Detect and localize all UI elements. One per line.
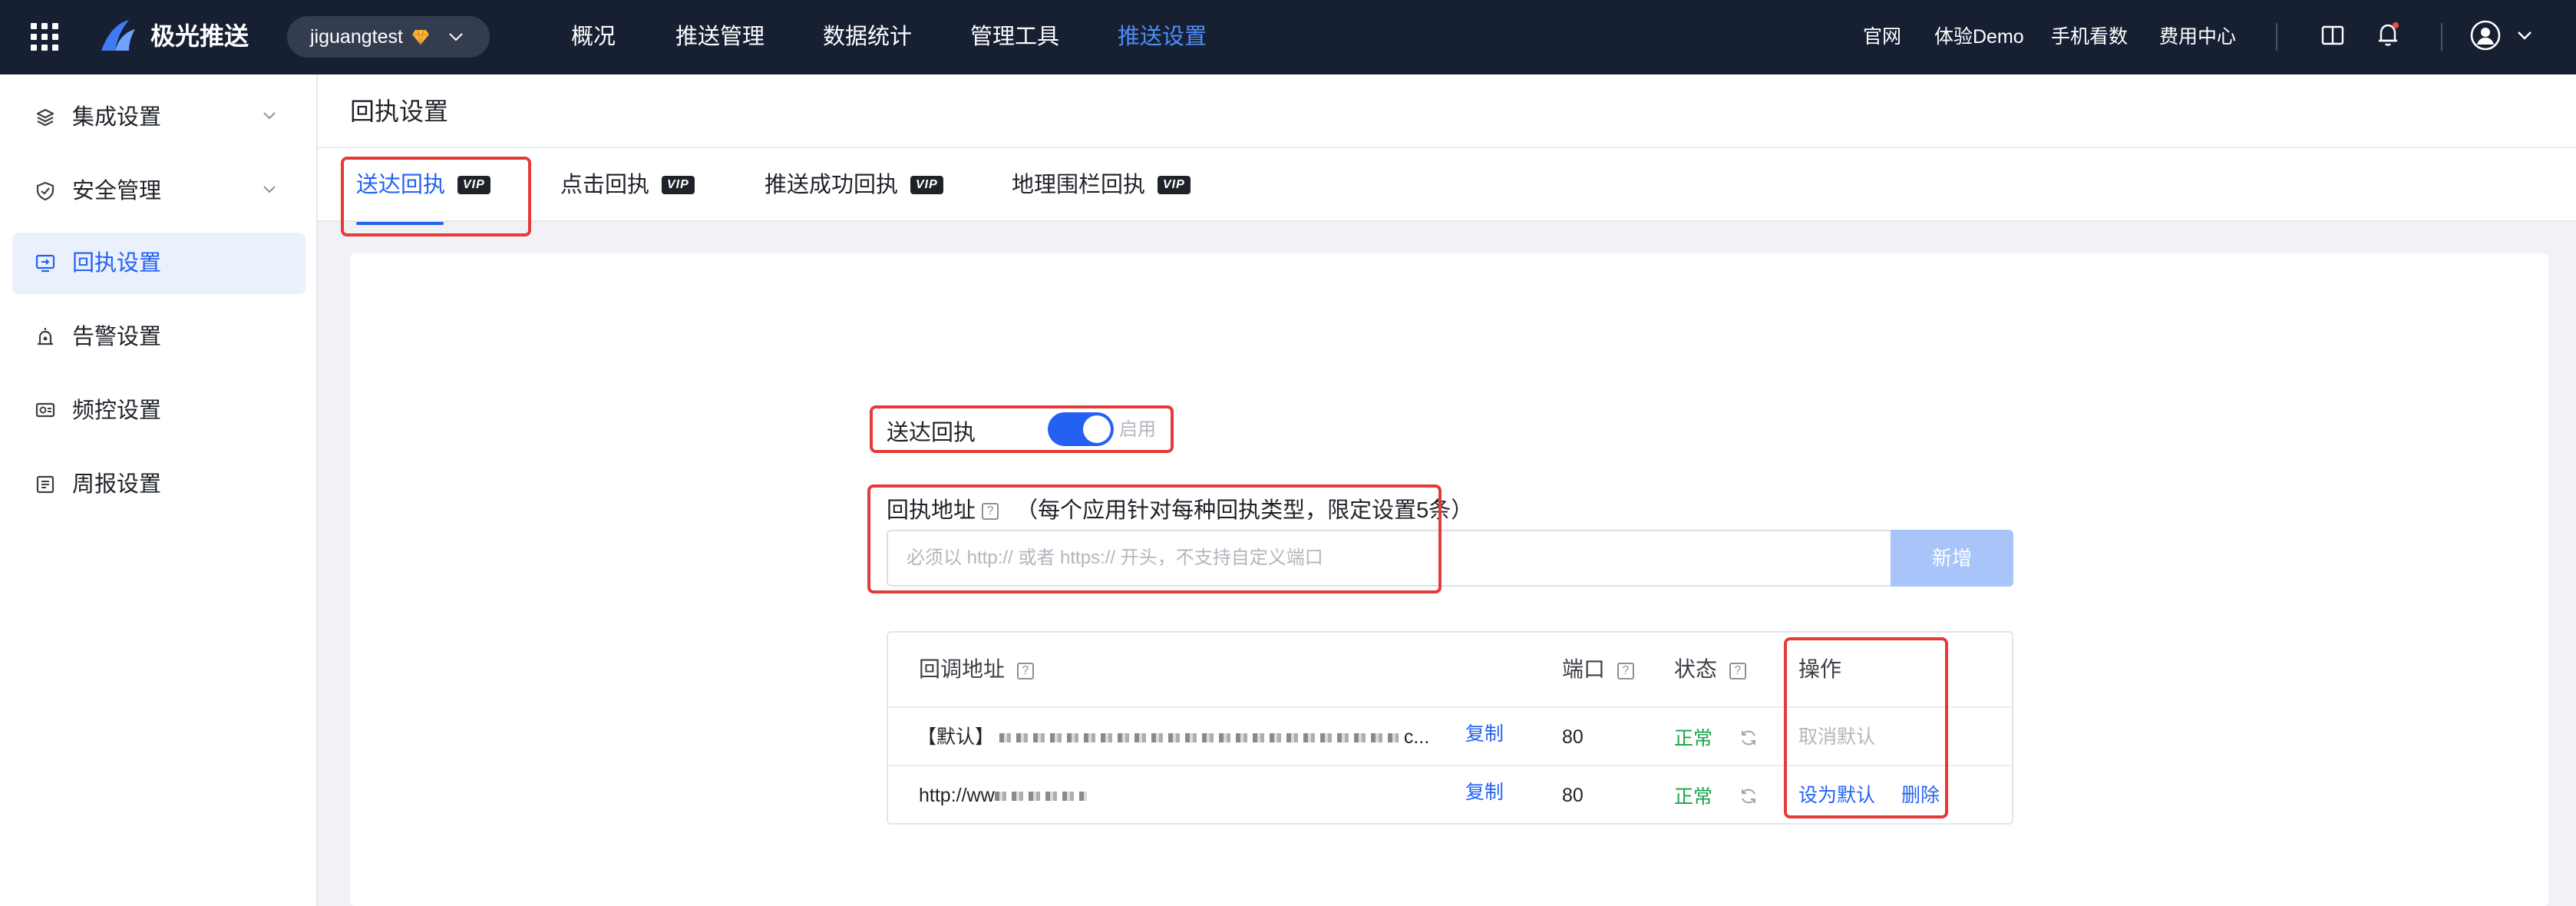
copy-button[interactable]: 复制 <box>1465 720 1504 748</box>
user-avatar-icon[interactable] <box>2470 20 2501 51</box>
port-value: 80 <box>1562 726 1584 748</box>
link-mobile-view[interactable]: 手机看数 <box>2051 0 2128 74</box>
report-icon <box>36 475 54 494</box>
status-badge: 正常 <box>1674 786 1713 808</box>
tab-bar: 送达回执 VIP 点击回执 VIP 推送成功回执 VIP 地理围栏回执 VIP <box>318 148 2576 225</box>
help-icon[interactable]: ? <box>1729 662 1746 680</box>
nav-push-management[interactable]: 推送管理 <box>675 0 765 74</box>
redacted-address <box>994 792 1087 802</box>
sidebar: 集成设置 安全管理 回执设置 告警设置 频控设置 周报设置 <box>0 74 318 906</box>
jiguang-logo[interactable] <box>98 18 138 54</box>
sidebar-item-security[interactable]: 安全管理 <box>12 160 305 222</box>
link-official-site[interactable]: 官网 <box>1863 0 1901 74</box>
apps-grid-icon[interactable] <box>31 23 58 51</box>
annotation-box-actions <box>1784 637 1948 818</box>
receipt-screen-icon <box>35 254 55 273</box>
annotation-box-toggle <box>870 405 1174 453</box>
sidebar-item-label: 周报设置 <box>72 472 162 497</box>
chevron-down-icon <box>263 186 276 193</box>
vip-badge: VIP <box>662 176 695 194</box>
book-icon[interactable] <box>2321 25 2344 46</box>
page-header: 回执设置 <box>318 74 2576 148</box>
vip-badge: VIP <box>1158 176 1191 194</box>
default-tag: 【默认】 <box>917 726 995 748</box>
add-button[interactable]: 新增 <box>1891 530 2013 587</box>
sidebar-item-weekly-report[interactable]: 周报设置 <box>12 454 305 515</box>
sidebar-item-label: 集成设置 <box>72 105 162 130</box>
chevron-down-icon <box>449 33 463 41</box>
sidebar-item-label: 频控设置 <box>72 398 162 423</box>
page-title: 回执设置 <box>350 98 449 125</box>
link-demo[interactable]: 体验Demo <box>1934 0 2024 74</box>
annotation-box-address <box>867 484 1442 594</box>
tab-click-receipt[interactable]: 点击回执 <box>560 148 649 222</box>
nav-data-statistics[interactable]: 数据统计 <box>823 0 912 74</box>
shield-icon <box>36 181 54 201</box>
refresh-icon[interactable] <box>1739 728 1759 748</box>
header-label: 端口 <box>1562 657 1606 681</box>
sidebar-item-receipt-settings[interactable]: 回执设置 <box>12 233 305 294</box>
top-navbar: 极光推送 jiguangtest 概况 推送管理 数据统计 管理工具 推送设置 … <box>0 0 2576 74</box>
nav-divider <box>2441 23 2442 51</box>
sidebar-item-alarm-settings[interactable]: 告警设置 <box>12 306 305 368</box>
port-value: 80 <box>1562 785 1584 806</box>
status-badge: 正常 <box>1674 728 1713 749</box>
address-suffix: c... <box>1403 726 1430 748</box>
copy-button[interactable]: 复制 <box>1465 779 1504 806</box>
nav-admin-tools[interactable]: 管理工具 <box>970 0 1059 74</box>
sidebar-item-integration[interactable]: 集成设置 <box>12 87 305 148</box>
gem-icon <box>412 29 429 45</box>
layers-icon <box>36 108 54 127</box>
nav-divider <box>2276 23 2277 51</box>
refresh-icon[interactable] <box>1739 786 1759 806</box>
alarm-icon <box>38 328 53 346</box>
tab-label: 地理围栏回执 <box>1012 173 1146 197</box>
sidebar-item-label: 安全管理 <box>72 179 162 203</box>
tab-label: 推送成功回执 <box>765 173 899 197</box>
nav-overview[interactable]: 概况 <box>571 0 616 74</box>
callback-address: http://ww <box>919 782 1087 809</box>
tab-push-success-receipt[interactable]: 推送成功回执 <box>765 148 898 222</box>
nav-push-settings[interactable]: 推送设置 <box>1118 0 1207 74</box>
tab-label: 点击回执 <box>560 173 650 197</box>
address-prefix: http://ww <box>919 785 995 806</box>
callback-address: 【默认】 c... <box>917 723 1429 751</box>
app-selector[interactable]: jiguangtest <box>287 16 490 58</box>
column-header-port: 端口 ? <box>1562 633 1634 706</box>
brand-name[interactable]: 极光推送 <box>150 19 249 53</box>
column-header-status: 状态 ? <box>1674 633 1746 706</box>
app-name: jiguangtest <box>310 26 403 48</box>
bell-icon[interactable] <box>2376 21 2399 48</box>
chevron-down-icon[interactable] <box>2516 29 2533 41</box>
frequency-icon <box>35 402 55 418</box>
column-header-address: 回调地址 ? <box>919 633 1034 706</box>
help-icon[interactable]: ? <box>1016 662 1034 680</box>
header-label: 状态 <box>1674 657 1718 681</box>
vip-badge: VIP <box>910 176 943 194</box>
help-icon[interactable]: ? <box>1617 662 1634 680</box>
sidebar-item-label: 回执设置 <box>72 251 162 276</box>
tab-geofence-receipt[interactable]: 地理围栏回执 <box>1012 148 1145 222</box>
sidebar-item-frequency-settings[interactable]: 频控设置 <box>12 380 305 441</box>
link-billing-center[interactable]: 费用中心 <box>2159 0 2236 74</box>
sidebar-item-label: 告警设置 <box>72 325 162 349</box>
header-label: 回调地址 <box>919 657 1006 681</box>
chevron-down-icon <box>263 112 276 120</box>
annotation-box-tab <box>341 157 531 236</box>
redacted-address <box>999 733 1399 743</box>
